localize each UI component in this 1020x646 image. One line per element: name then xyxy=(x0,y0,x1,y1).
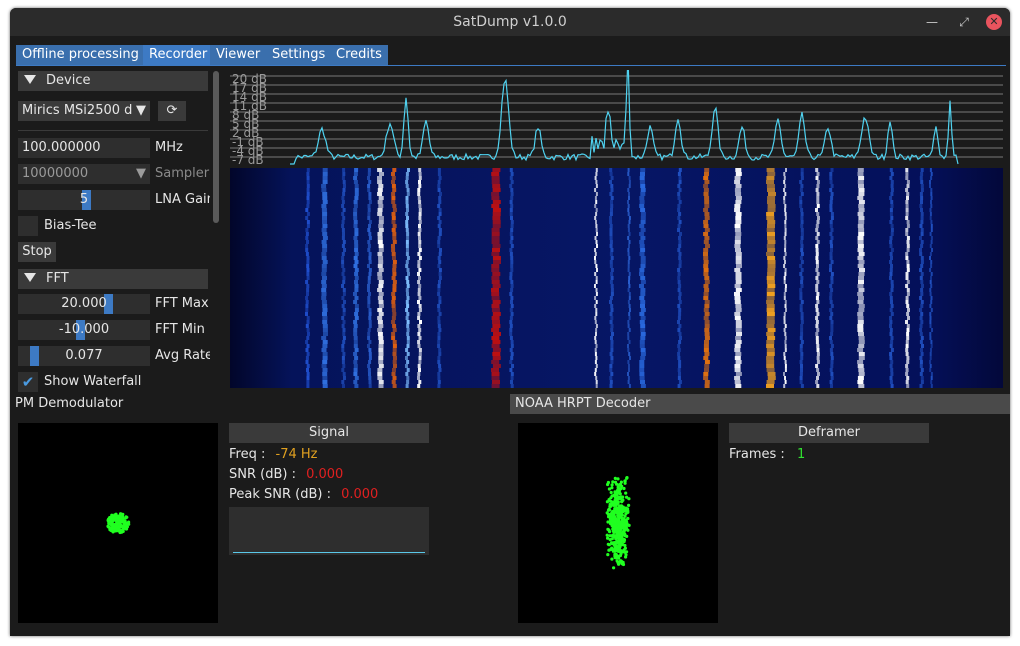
lna-gain-value: 5 xyxy=(79,192,89,207)
snr-label: SNR (dB) : xyxy=(229,467,296,482)
waterfall-bg xyxy=(230,168,1003,388)
freq-label: Freq : xyxy=(229,447,266,462)
minimize-icon[interactable]: — xyxy=(924,14,940,30)
stop-button[interactable]: Stop xyxy=(18,242,56,262)
frequency-input[interactable]: 100.000000 xyxy=(18,138,150,158)
avg-rate-slider[interactable]: 0.077 xyxy=(18,346,150,366)
restore-icon[interactable]: ⤢ xyxy=(956,14,972,30)
spectrum-plot-bg xyxy=(230,70,1003,166)
fft-section-label: FFT xyxy=(46,271,69,286)
frequency-unit-label: MHz xyxy=(155,140,183,155)
tab-viewer[interactable]: Viewer xyxy=(210,45,267,65)
refresh-devices-button[interactable]: ⟳ xyxy=(158,101,186,121)
tab-recorder[interactable]: Recorder xyxy=(143,45,214,65)
frames-value: 1 xyxy=(796,447,806,462)
lna-gain-label: LNA Gain xyxy=(155,192,210,207)
app-window: SatDump v1.0.0 — ⤢ ✕ Offline processing … xyxy=(10,8,1010,636)
window-title: SatDump v1.0.0 xyxy=(453,14,567,30)
snr-plot-line xyxy=(233,552,425,553)
collapse-triangle-icon xyxy=(24,75,36,84)
fft-min-slider[interactable]: -10.000 xyxy=(18,320,150,340)
tab-underline xyxy=(16,65,1006,66)
show-waterfall-checkbox[interactable]: ✔ xyxy=(18,372,38,392)
pm-constellation xyxy=(18,423,218,623)
samplerate-select[interactable]: 10000000 ▼ xyxy=(18,164,150,184)
peak-snr-label: Peak SNR (dB) : xyxy=(229,487,331,502)
chevron-down-icon: ▼ xyxy=(136,166,146,181)
lna-gain-slider[interactable]: 5 xyxy=(18,190,150,210)
collapse-triangle-icon xyxy=(24,273,36,282)
show-waterfall-label: Show Waterfall xyxy=(44,374,142,389)
device-section-label: Device xyxy=(46,73,91,88)
samplerate-value: 10000000 xyxy=(22,166,89,181)
freq-value: -74 Hz xyxy=(275,447,318,462)
device-select[interactable]: Mirics MSi2500 d ▼ xyxy=(18,101,150,121)
db-label: -7 dB xyxy=(232,153,264,167)
avg-rate-label: Avg Rate xyxy=(155,348,210,363)
hrpt-constellation xyxy=(518,423,718,623)
fft-max-slider[interactable]: 20.000 xyxy=(18,294,150,314)
frames-label: Frames : xyxy=(729,447,785,462)
checkmark-icon: ✔ xyxy=(21,373,35,391)
signal-header: Signal xyxy=(229,423,429,443)
controls-scrollbar[interactable] xyxy=(213,71,219,223)
device-select-value: Mirics MSi2500 d xyxy=(22,103,133,118)
bias-tee-label: Bias-Tee xyxy=(44,218,97,233)
tab-settings[interactable]: Settings xyxy=(266,45,332,65)
tab-offline-processing[interactable]: Offline processing xyxy=(16,45,145,65)
samplerate-label: Samplerate xyxy=(155,166,210,181)
title-bar: SatDump v1.0.0 — ⤢ ✕ xyxy=(10,8,1010,36)
peak-snr-line: Peak SNR (dB) : 0.000 xyxy=(229,485,378,505)
peak-snr-value: 0.000 xyxy=(341,487,379,502)
pm-constellation-svg xyxy=(106,512,131,535)
bias-tee-checkbox[interactable] xyxy=(18,216,38,236)
freq-line: Freq : -74 Hz xyxy=(229,445,317,465)
hrpt-constellation-svg xyxy=(605,476,631,570)
divider xyxy=(18,130,208,131)
chevron-down-icon: ▼ xyxy=(136,103,146,118)
fft-section-header[interactable]: FFT xyxy=(18,269,208,289)
slider-grab[interactable] xyxy=(30,346,39,366)
fft-max-value: 20.000 xyxy=(61,296,107,311)
snr-value: 0.000 xyxy=(306,467,344,482)
deframer-header: Deframer xyxy=(729,423,929,443)
hrpt-title: NOAA HRPT Decoder xyxy=(510,394,1010,414)
snr-plot xyxy=(229,507,429,555)
close-icon[interactable]: ✕ xyxy=(986,14,1002,30)
fft-min-label: FFT Min xyxy=(155,322,205,337)
fft-max-label: FFT Max xyxy=(155,296,209,311)
spectrum-svg: 20 dB17 dB14 dB11 dB8 dB5 dB2 dB-1 dB-4 … xyxy=(230,70,1003,388)
refresh-icon: ⟳ xyxy=(166,103,178,118)
tab-credits[interactable]: Credits xyxy=(330,45,388,65)
device-section-header[interactable]: Device xyxy=(18,71,208,91)
fft-min-value: -10.000 xyxy=(58,322,110,337)
frames-line: Frames : 1 xyxy=(729,445,805,465)
pm-demod-title: PM Demodulator xyxy=(15,396,124,411)
avg-rate-value: 0.077 xyxy=(65,348,103,363)
spectrum-view[interactable]: 20 dB 17 dB 14 dB 11 dB 8 dB 5 dB 2 dB -1 dB -4 … xyxy=(230,70,1003,388)
snr-line: SNR (dB) : 0.000 xyxy=(229,465,343,485)
